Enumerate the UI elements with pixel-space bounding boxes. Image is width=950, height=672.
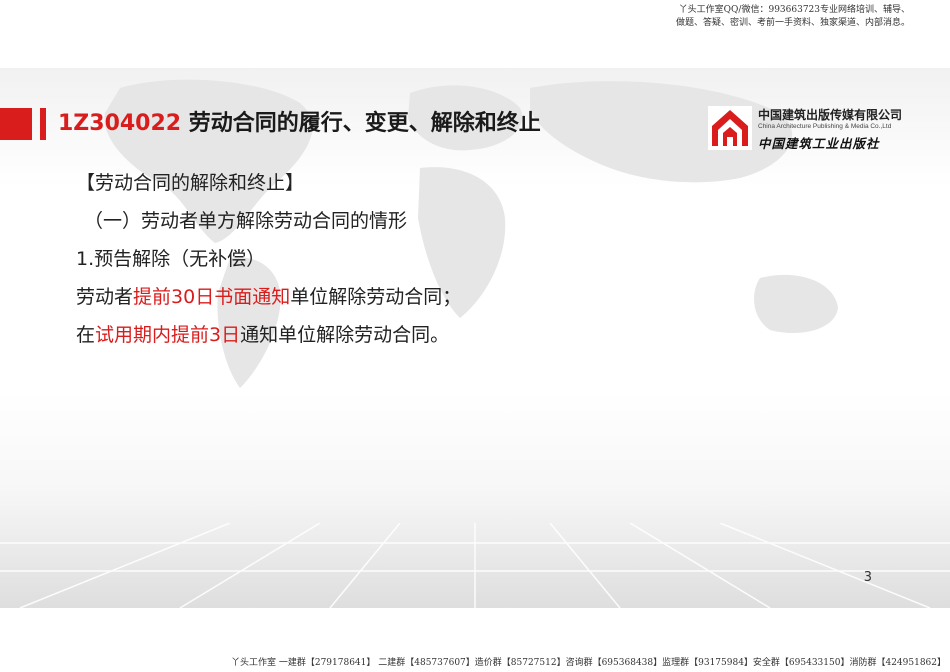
- rule-2-suffix: 通知单位解除劳动合同。: [240, 324, 450, 346]
- rule-2-highlight: 试用期内提前3日: [95, 324, 241, 346]
- page-number: 3: [863, 570, 872, 585]
- title-accent-stripe: [40, 108, 46, 140]
- subsection-heading: （一）劳动者单方解除劳动合同的情形: [84, 210, 408, 232]
- title-text: 劳动合同的履行、变更、解除和终止: [181, 111, 541, 136]
- rule-1-highlight: 提前30日书面通知: [133, 286, 291, 308]
- publisher-name-cn: 中国建筑出版传媒有限公司: [758, 108, 903, 122]
- publisher-logo-icon: [708, 106, 752, 150]
- header-note-line-1: 丫头工作室QQ/微信：993663723专业网络培训、辅导、: [678, 5, 910, 15]
- rule-2-prefix: 在: [76, 324, 96, 346]
- rule-line-1: 劳动者提前30日书面通知单位解除劳动合同；: [76, 278, 461, 316]
- publisher-name-en: China Architecture Publishing & Media Co…: [758, 123, 892, 130]
- slide-title: 1Z304022 劳动合同的履行、变更、解除和终止: [58, 110, 541, 138]
- publisher-logo: 中国建筑出版传媒有限公司 China Architecture Publishi…: [708, 104, 918, 154]
- header-note: 丫头工作室QQ/微信：993663723专业网络培训、辅导、 做题、答疑、密训、…: [610, 4, 910, 30]
- slide: 1Z304022 劳动合同的履行、变更、解除和终止 中国建筑出版传媒有限公司 C…: [0, 68, 950, 608]
- rule-1-suffix: 单位解除劳动合同；: [290, 286, 462, 308]
- section-heading: 【劳动合同的解除和终止】: [76, 172, 305, 194]
- footer-note: 丫头工作室 一建群【279178641】 二建群【485737607】造价群【8…: [230, 658, 946, 668]
- rule-line-2: 在试用期内提前3日通知单位解除劳动合同。: [76, 316, 461, 354]
- title-code: 1Z304022: [58, 111, 182, 136]
- floor-grid: [0, 523, 950, 608]
- item-heading: 1.预告解除（无补偿）: [76, 248, 266, 270]
- rule-1-prefix: 劳动者: [76, 286, 134, 308]
- publisher-press-name: 中国建筑工业出版社: [758, 136, 880, 151]
- slide-content: 【劳动合同的解除和终止】 （一）劳动者单方解除劳动合同的情形 1.预告解除（无补…: [76, 164, 461, 354]
- title-accent-block: [0, 108, 32, 140]
- header-note-line-2: 做题、答疑、密训、考前一手资料、独家渠道、内部消息。: [675, 18, 910, 28]
